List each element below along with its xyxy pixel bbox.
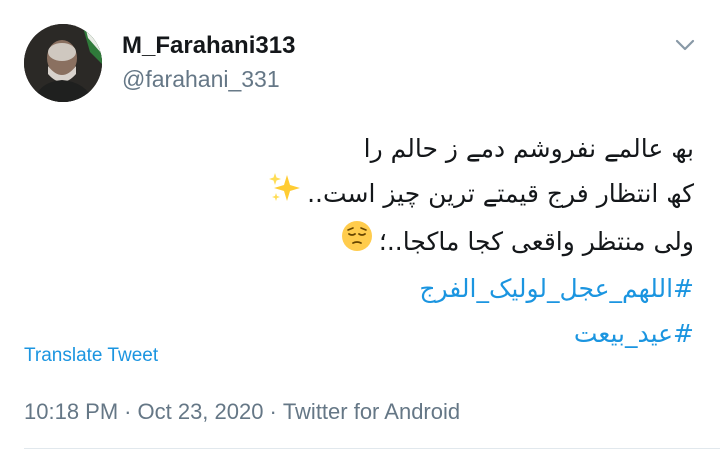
tweet-meta: 10:18 PM · Oct 23, 2020 · Twitter for Androi… [24, 398, 460, 426]
tweet-text: بھ عالمے نفروشم دمے ز حالم را کھ انتظار … [134, 126, 694, 356]
tweet-line-3-row: ولی منتظر واقعی کجا ماکجا..؛ [134, 219, 694, 266]
tweet-source[interactable]: Twitter for Android [283, 399, 460, 424]
avatar-image [24, 24, 102, 102]
tweet-date[interactable]: Oct 23, 2020 [138, 399, 264, 424]
tweet-card: M_Farahani313 @farahani_331 بھ عالمے نفر… [0, 0, 720, 455]
pensive-face-icon [341, 220, 373, 266]
display-name[interactable]: M_Farahani313 [122, 30, 295, 62]
sparkles-icon [267, 171, 301, 219]
tweet-line-2: کھ انتظار فرج قیمتے ترین چیز است.. [307, 179, 694, 208]
translate-tweet-link[interactable]: Translate Tweet [24, 344, 158, 368]
avatar[interactable] [24, 24, 102, 102]
chevron-down-icon [675, 39, 695, 51]
more-options-button[interactable] [670, 30, 700, 60]
meta-separator: · [124, 399, 132, 424]
meta-separator: · [269, 399, 277, 424]
tweet-time[interactable]: 10:18 PM [24, 399, 118, 424]
user-handle[interactable]: @farahani_331 [122, 64, 280, 94]
tweet-line-1: بھ عالمے نفروشم دمے ز حالم را [363, 134, 694, 163]
tweet-line-3: ولی منتظر واقعی کجا ماکجا..؛ [378, 227, 694, 256]
tweet-line-2-row: کھ انتظار فرج قیمتے ترین چیز است.. [134, 171, 694, 219]
hashtag-link[interactable]: #عید_بیعت [134, 311, 694, 356]
divider [24, 448, 720, 449]
hashtag-link[interactable]: #اللهم_عجل_لولیک_الفرج [134, 266, 694, 311]
